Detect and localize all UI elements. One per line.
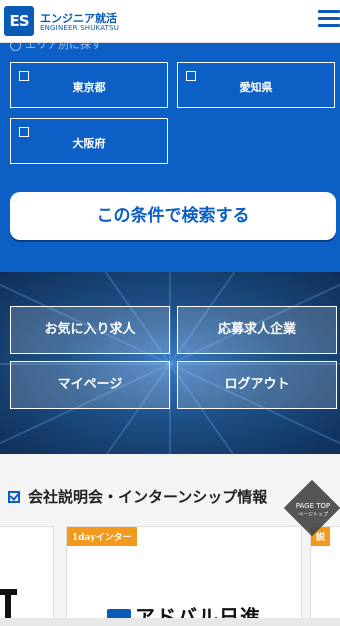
- logo-mark[interactable]: ES: [4, 6, 34, 36]
- events-section: 会社説明会・インターンシップ情報 1dayインター アドバル日進 説: [0, 454, 340, 626]
- prefecture-option-osaka[interactable]: 大阪府: [10, 118, 168, 164]
- check-icon: [8, 491, 20, 503]
- logout-button[interactable]: ログアウト: [177, 361, 337, 409]
- prefecture-option-aichi[interactable]: 愛知県: [177, 62, 335, 108]
- prefecture-option-tokyo[interactable]: 東京都: [10, 62, 168, 108]
- quick-links-panel: お気に入り求人 応募求人企業 マイページ ログアウト: [0, 272, 340, 454]
- section-title: 会社説明会・インターンシップ情報: [8, 486, 267, 507]
- mypage-button[interactable]: マイページ: [10, 361, 170, 409]
- event-card[interactable]: [0, 526, 54, 626]
- prefecture-label: 東京都: [72, 81, 106, 94]
- favorite-jobs-button[interactable]: お気に入り求人: [10, 306, 170, 354]
- page-top-label[interactable]: PAGE TOP ページトップ: [290, 502, 336, 520]
- browser-bottom-bar: [0, 618, 340, 626]
- event-card[interactable]: 説: [310, 526, 340, 626]
- event-tag: 1dayインター: [67, 527, 137, 546]
- search-submit-button[interactable]: この条件で検索する: [10, 192, 336, 240]
- area-search-panel: エリア別に探す 東京都 愛知県 大阪府 この条件で検索する: [0, 38, 340, 272]
- hamburger-icon[interactable]: [318, 10, 340, 30]
- event-card[interactable]: 1dayインター アドバル日進: [66, 526, 302, 626]
- site-header: ES エンジニア就活 ENGINEER SHUKATSU: [0, 0, 340, 43]
- prefecture-label: 愛知県: [239, 81, 273, 94]
- logo-subtitle: ENGINEER SHUKATSU: [40, 24, 120, 32]
- prefecture-label: 大阪府: [72, 137, 106, 150]
- applied-companies-button[interactable]: 応募求人企業: [177, 306, 337, 354]
